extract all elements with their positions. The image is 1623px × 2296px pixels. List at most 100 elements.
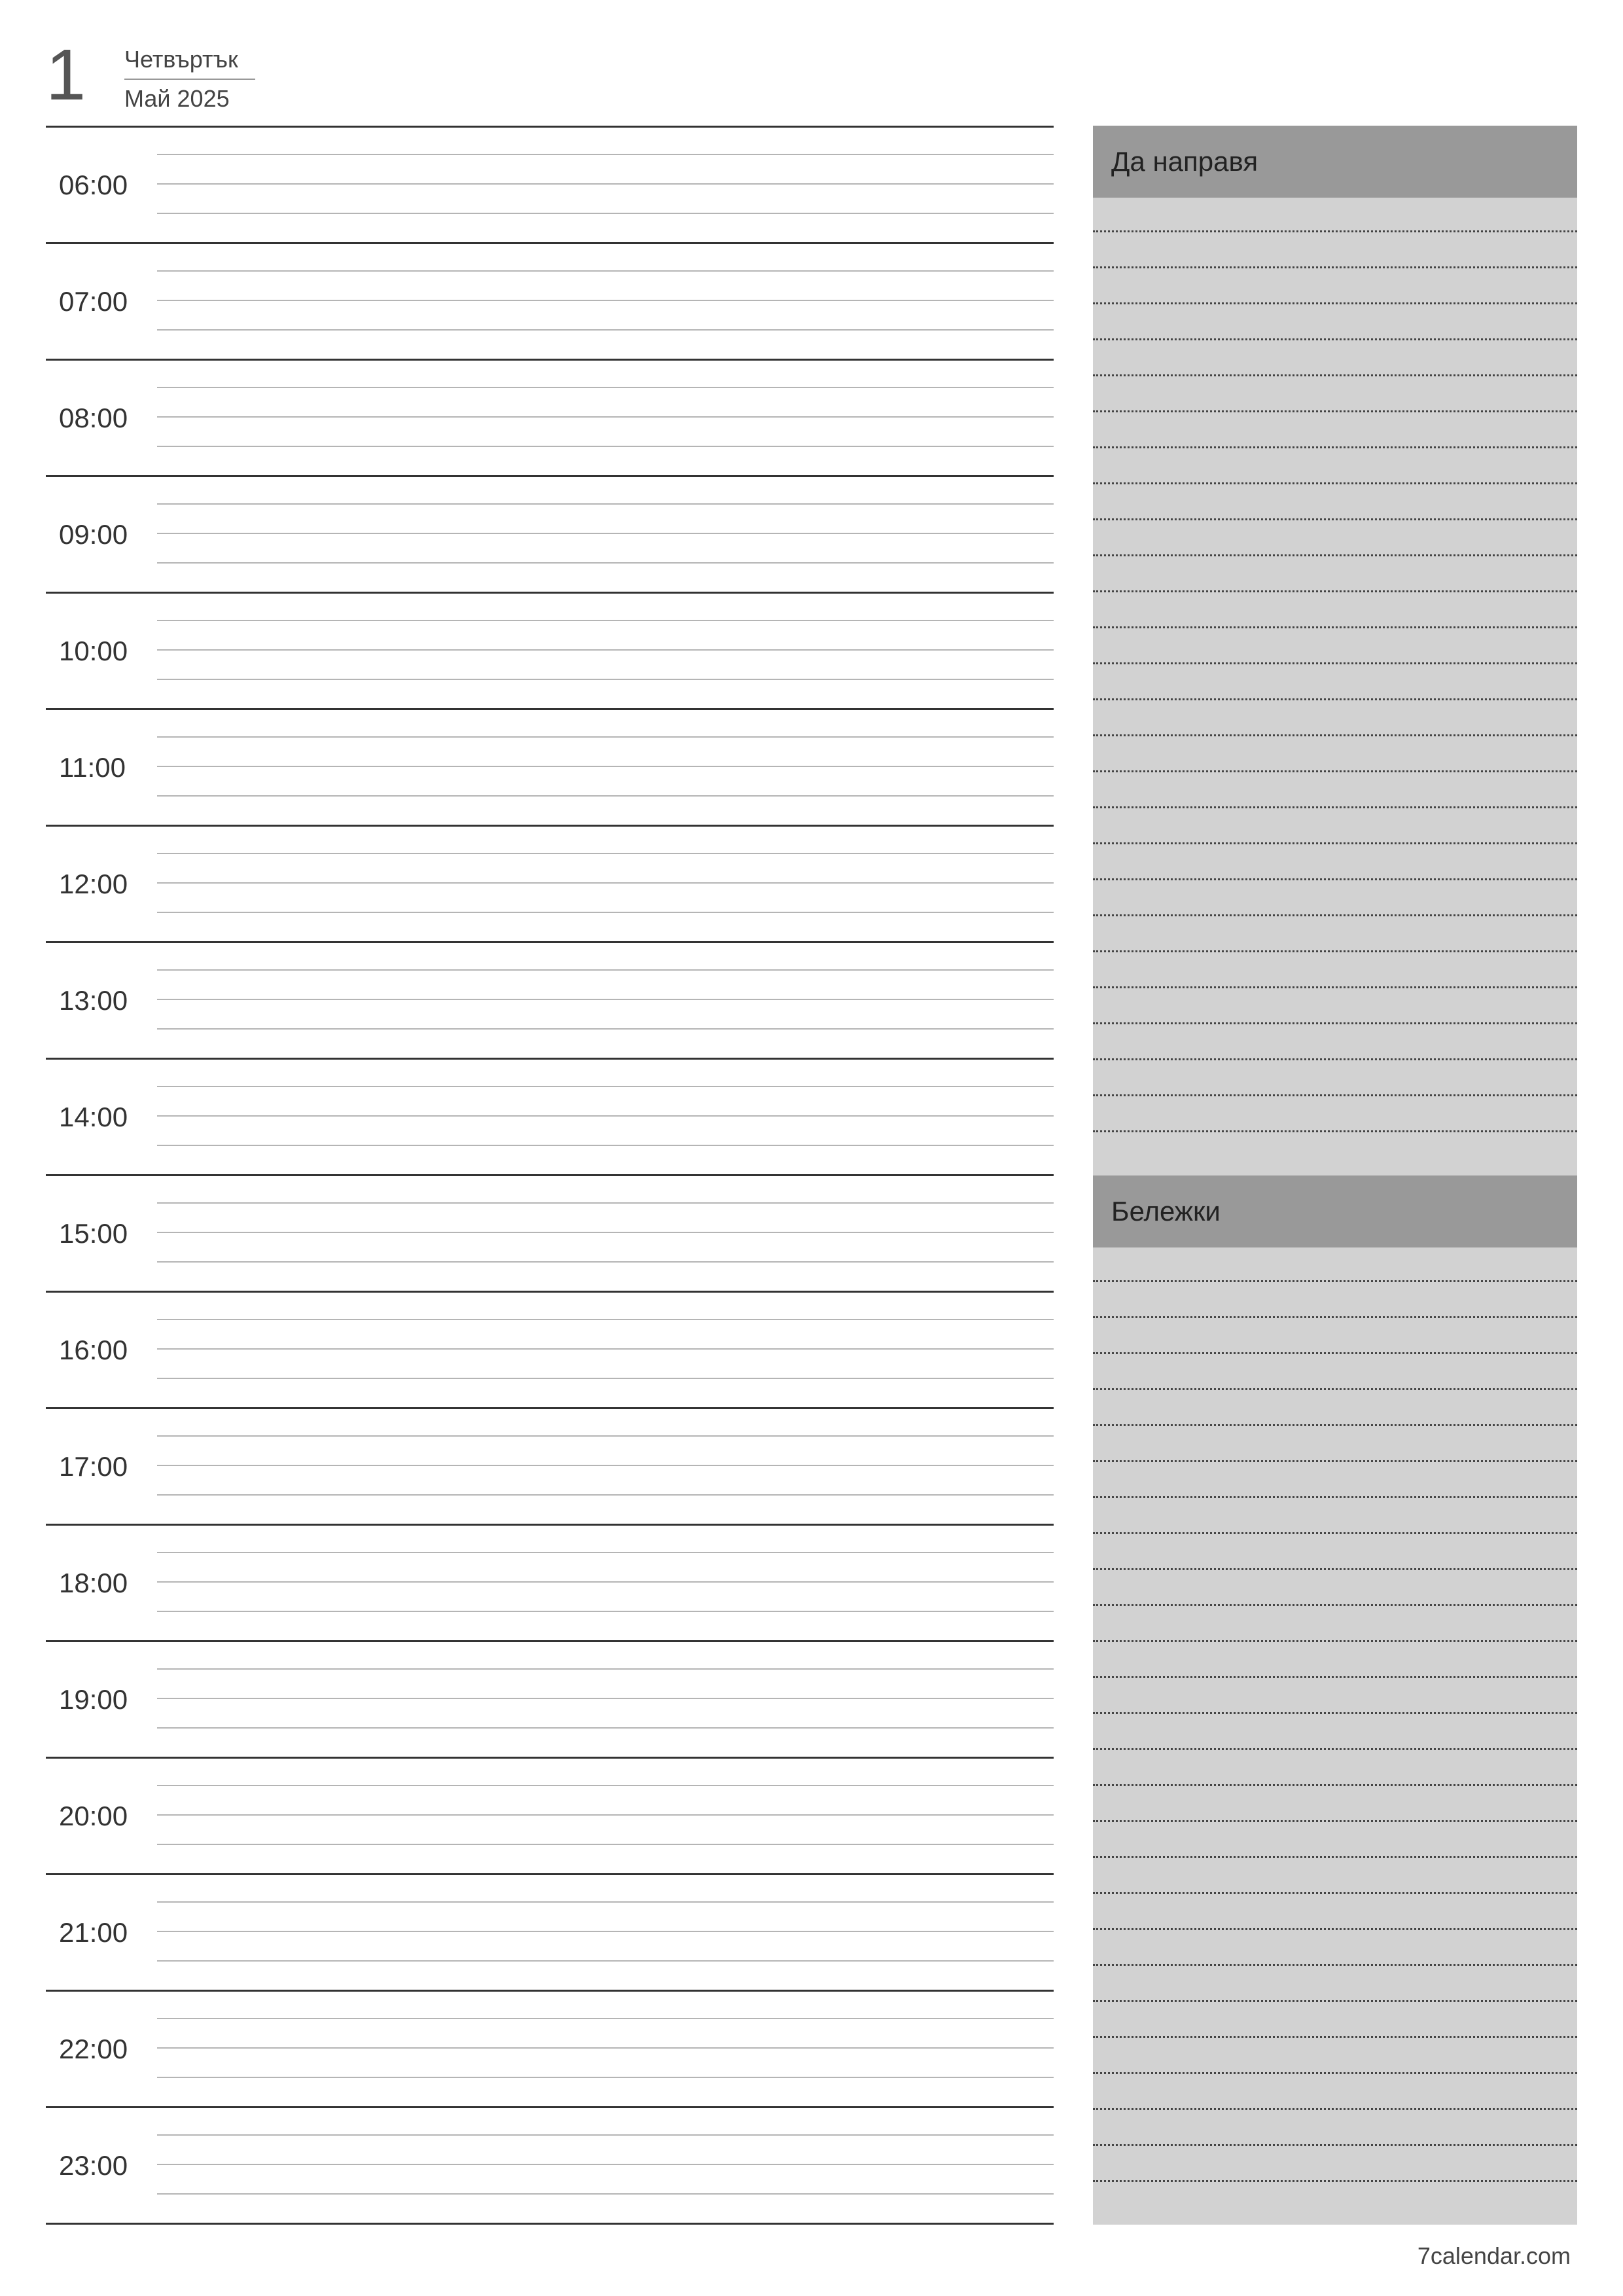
dotted-rule-line: [1093, 1676, 1577, 1678]
rule-line: [157, 1348, 1054, 1350]
notes-panel: Бележки: [1093, 1175, 1577, 2225]
dotted-rule-line: [1093, 1712, 1577, 1714]
dotted-rule-line: [1093, 2108, 1577, 2110]
hour-label: 10:00: [46, 594, 157, 708]
dotted-rule-line: [1093, 518, 1577, 520]
rule-line: [157, 1465, 1054, 1466]
dotted-rule-line: [1093, 2180, 1577, 2182]
rule-line: [157, 387, 1054, 388]
rule-line: [157, 1435, 1054, 1437]
hour-label: 07:00: [46, 244, 157, 359]
rule-line: [157, 270, 1054, 272]
hour-row: 23:00: [46, 2108, 1054, 2225]
todo-panel: Да направя: [1093, 126, 1577, 1175]
hour-label: 22:00: [46, 1992, 157, 2106]
dotted-rule-line: [1093, 1388, 1577, 1390]
rule-line: [157, 300, 1054, 301]
rule-line: [157, 679, 1054, 680]
rule-line: [157, 1202, 1054, 1204]
dotted-rule-line: [1093, 878, 1577, 880]
rule-line: [157, 649, 1054, 651]
side-panels: Да направя Бележки: [1093, 126, 1577, 2225]
hour-label: 20:00: [46, 1759, 157, 1873]
planner-page: 1 Четвъртък Май 2025 06:0007:0008:0009:0…: [0, 0, 1623, 2296]
dotted-rule-line: [1093, 986, 1577, 988]
hour-note-lines: [157, 2108, 1054, 2223]
hour-label: 15:00: [46, 1176, 157, 1291]
todo-title: Да направя: [1093, 126, 1577, 198]
hour-note-lines: [157, 1176, 1054, 1291]
rule-line: [157, 416, 1054, 418]
rule-line: [157, 2193, 1054, 2195]
dotted-rule-line: [1093, 626, 1577, 628]
rule-line: [157, 969, 1054, 971]
rule-line: [157, 736, 1054, 738]
dotted-rule-line: [1093, 1316, 1577, 1318]
hour-label: 11:00: [46, 710, 157, 825]
dotted-rule-line: [1093, 1820, 1577, 1822]
dotted-rule-line: [1093, 302, 1577, 304]
dotted-rule-line: [1093, 1892, 1577, 1894]
hour-row: 16:00: [46, 1293, 1054, 1409]
rule-line: [157, 2018, 1054, 2019]
hour-note-lines: [157, 943, 1054, 1058]
hour-note-lines: [157, 1060, 1054, 1174]
hour-label: 06:00: [46, 128, 157, 242]
hour-row: 20:00: [46, 1759, 1054, 1875]
hour-row: 14:00: [46, 1060, 1054, 1176]
hour-label: 17:00: [46, 1409, 157, 1524]
dotted-rule-line: [1093, 1130, 1577, 1132]
hour-row: 07:00: [46, 244, 1054, 361]
hour-row: 08:00: [46, 361, 1054, 477]
rule-line: [157, 154, 1054, 155]
dotted-rule-line: [1093, 698, 1577, 700]
hour-note-lines: [157, 1409, 1054, 1524]
hour-note-lines: [157, 244, 1054, 359]
hour-note-lines: [157, 361, 1054, 475]
dotted-rule-line: [1093, 374, 1577, 376]
hour-note-lines: [157, 1759, 1054, 1873]
dotted-rule-line: [1093, 1784, 1577, 1786]
rule-line: [157, 882, 1054, 884]
hour-label: 16:00: [46, 1293, 157, 1407]
rule-line: [157, 562, 1054, 564]
hour-label: 12:00: [46, 827, 157, 941]
dotted-rule-line: [1093, 266, 1577, 268]
dotted-rule-line: [1093, 1748, 1577, 1750]
hour-row: 09:00: [46, 477, 1054, 594]
notes-lines-area: [1093, 1247, 1577, 2225]
page-header: 1 Четвъртък Май 2025: [46, 39, 1577, 113]
rule-line: [157, 1931, 1054, 1932]
dotted-rule-line: [1093, 1532, 1577, 1534]
hour-row: 19:00: [46, 1642, 1054, 1759]
rule-line: [157, 1581, 1054, 1583]
dotted-rule-line: [1093, 1928, 1577, 1930]
hour-note-lines: [157, 1992, 1054, 2106]
rule-line: [157, 1086, 1054, 1087]
dotted-rule-line: [1093, 554, 1577, 556]
hour-row: 22:00: [46, 1992, 1054, 2108]
rule-line: [157, 999, 1054, 1000]
dotted-rule-line: [1093, 1568, 1577, 1570]
hour-row: 06:00: [46, 128, 1054, 244]
dotted-rule-line: [1093, 590, 1577, 592]
dotted-rule-line: [1093, 410, 1577, 412]
dotted-rule-line: [1093, 1604, 1577, 1606]
rule-line: [157, 1115, 1054, 1117]
rule-line: [157, 1960, 1054, 1962]
hour-note-lines: [157, 1642, 1054, 1757]
rule-line: [157, 1028, 1054, 1030]
rule-line: [157, 1145, 1054, 1146]
hour-note-lines: [157, 1526, 1054, 1640]
dotted-rule-line: [1093, 950, 1577, 952]
dotted-rule-line: [1093, 1640, 1577, 1642]
dotted-rule-line: [1093, 1022, 1577, 1024]
rule-line: [157, 503, 1054, 505]
rule-line: [157, 1494, 1054, 1496]
hour-label: 13:00: [46, 943, 157, 1058]
rule-line: [157, 1261, 1054, 1263]
dotted-rule-line: [1093, 914, 1577, 916]
month-year-label: Май 2025: [124, 85, 255, 113]
dotted-rule-line: [1093, 1424, 1577, 1426]
dotted-rule-line: [1093, 338, 1577, 340]
